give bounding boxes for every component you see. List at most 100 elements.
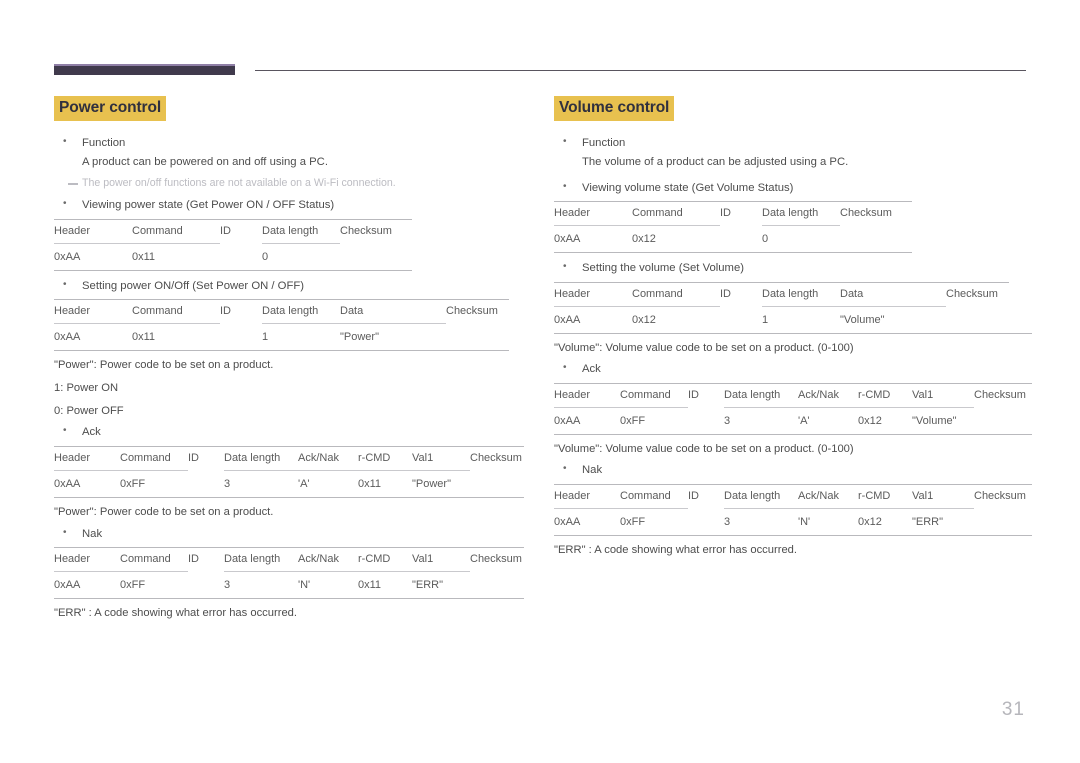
table-cell: 0xAA <box>54 469 120 497</box>
column-header: Checksum <box>946 281 1009 306</box>
table-cell: 0x11 <box>132 323 220 351</box>
table-header-row: Header Command ID Data length Ack/Nak r-… <box>54 547 524 572</box>
table-cell: 0xAA <box>554 225 632 252</box>
table-cell <box>220 243 262 270</box>
table-cell <box>946 306 1009 333</box>
bullet-nak-label: Nak <box>582 464 603 477</box>
table-cell: 3 <box>724 406 798 434</box>
table-cell: 3 <box>724 507 798 535</box>
header-rule-line <box>255 70 1026 71</box>
table-cell <box>840 226 912 253</box>
bullet-nak: Nak <box>54 525 529 544</box>
table-row: 0xAA 0x11 1 "Power" <box>54 323 509 351</box>
table-header-row: Header Command ID Data length Data Check… <box>54 299 509 324</box>
column-header: Ack/Nak <box>798 483 858 509</box>
table-cell: 'N' <box>798 507 858 535</box>
column-header: r-CMD <box>858 483 912 509</box>
note-wifi-limitation: The power on/off functions are not avail… <box>54 176 529 192</box>
table-cell: 0xAA <box>554 406 620 434</box>
column-header: Command <box>632 201 720 226</box>
table-cell: 1 <box>762 305 840 333</box>
table-cell: 'N' <box>298 571 358 599</box>
table-row: 0xAA 0x12 0 <box>554 225 912 253</box>
column-header: ID <box>688 382 724 408</box>
table-set-volume: Header Command ID Data length Data Check… <box>554 281 1009 333</box>
column-header: Header <box>554 483 620 509</box>
column-header: ID <box>720 201 762 226</box>
table-cell <box>720 306 762 333</box>
bullet-set-power-label: Setting power ON/Off (Set Power ON / OFF… <box>82 279 305 292</box>
column-header: Data length <box>262 218 340 244</box>
column-header: Ack/Nak <box>298 445 358 471</box>
table-cell: 0x11 <box>358 469 412 497</box>
table-cell: 0x11 <box>132 242 220 270</box>
column-header: ID <box>188 547 224 572</box>
bullet-ack: Ack <box>554 360 1032 379</box>
column-header: Checksum <box>340 218 412 244</box>
table-cell: 0x11 <box>358 571 412 599</box>
column-header: Header <box>54 299 132 324</box>
column-header: Checksum <box>840 201 912 226</box>
table-cell: "Volume" <box>912 406 974 434</box>
volume-control-column: Volume control Function The volume of a … <box>554 96 1032 562</box>
table-cell <box>688 508 724 535</box>
table-cell: "Power" <box>340 323 446 351</box>
table-cell <box>720 226 762 253</box>
table-cell <box>470 572 524 599</box>
column-header: Command <box>132 299 220 324</box>
table-power-nak: Header Command ID Data length Ack/Nak r-… <box>54 547 524 599</box>
bullet-set-power: Setting power ON/Off (Set Power ON / OFF… <box>54 277 529 296</box>
bullet-ack-label: Ack <box>82 426 101 439</box>
table-cell: 0xAA <box>54 323 132 351</box>
table-cell <box>340 243 412 270</box>
column-header: Data <box>340 299 446 324</box>
column-header: ID <box>720 281 762 306</box>
table-cell: 0x12 <box>632 305 720 333</box>
column-header: Data length <box>762 201 840 226</box>
bullet-get-volume-status: Viewing volume state (Get Volume Status) <box>554 179 1032 198</box>
bullet-function-description: A product can be powered on and off usin… <box>82 156 328 168</box>
table-row: 0xAA 0xFF 3 'A' 0x11 "Power" <box>54 469 524 497</box>
table-header-row: Header Command ID Data length Ack/Nak r-… <box>554 382 1032 408</box>
bullet-get-volume-status-label: Viewing volume state (Get Volume Status) <box>582 181 794 194</box>
column-header: Val1 <box>912 483 974 509</box>
table-cell: 0x12 <box>858 507 912 535</box>
bullet-nak: Nak <box>554 461 1032 480</box>
table-cell: 0xAA <box>54 242 132 270</box>
bullet-set-volume: Setting the volume (Set Volume) <box>554 259 1032 278</box>
table-cell: 0xAA <box>54 571 120 599</box>
table-get-volume-status: Header Command ID Data length Checksum 0… <box>554 201 912 252</box>
column-header: Checksum <box>974 382 1032 408</box>
table-cell: 1 <box>262 323 340 351</box>
column-header: Checksum <box>974 483 1032 509</box>
column-header: ID <box>220 299 262 324</box>
table-cell <box>688 407 724 434</box>
bullet-function-label: Function <box>582 136 626 149</box>
table-cell: "Power" <box>412 469 470 497</box>
bullet-nak-label: Nak <box>82 527 103 540</box>
table-cell <box>188 470 224 497</box>
table-cell: "ERR" <box>412 571 470 599</box>
column-header: Checksum <box>470 445 524 471</box>
table-volume-ack: Header Command ID Data length Ack/Nak r-… <box>554 382 1032 434</box>
table-row: 0xAA 0xFF 3 'N' 0x12 "ERR" <box>554 507 1032 535</box>
table-cell <box>220 324 262 351</box>
table-cell: 0xFF <box>620 406 688 434</box>
column-header: ID <box>220 218 262 244</box>
column-header: Data length <box>262 299 340 324</box>
column-header: Command <box>132 218 220 244</box>
column-header: r-CMD <box>358 547 412 572</box>
table-cell: "Volume" <box>840 305 946 333</box>
header-rule-bar <box>54 64 235 75</box>
bullet-function-description: The volume of a product can be adjusted … <box>582 156 849 168</box>
caption-err-code: "ERR" : A code showing what error has oc… <box>54 607 297 620</box>
bullet-set-volume-label: Setting the volume (Set Volume) <box>582 262 745 274</box>
column-header: Header <box>554 281 632 306</box>
table-cell <box>974 407 1032 434</box>
column-header: Command <box>632 281 720 306</box>
table-bottom-rule <box>54 269 412 271</box>
column-header: Header <box>54 218 132 244</box>
table-row: 0xAA 0x11 0 <box>54 242 412 270</box>
column-header: Data <box>840 281 946 306</box>
page-title-power-control: Power control <box>54 96 167 121</box>
